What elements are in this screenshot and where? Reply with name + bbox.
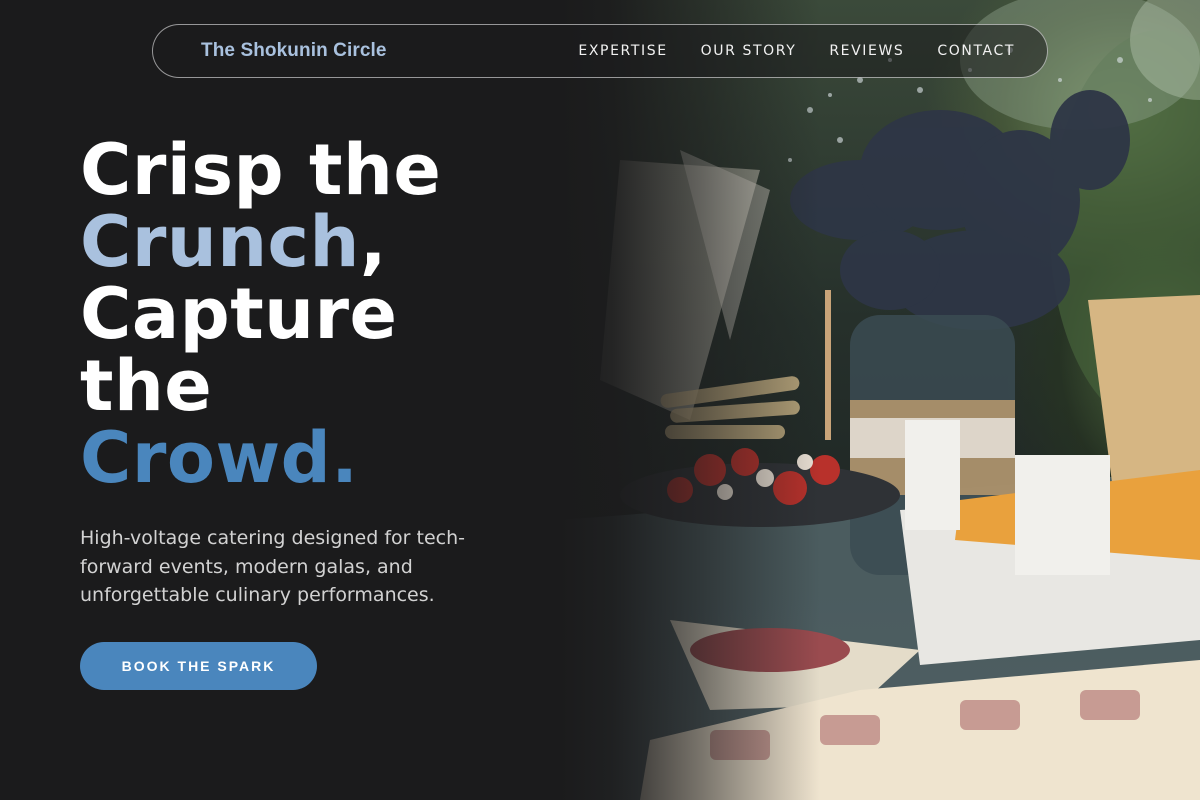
nav-link-expertise[interactable]: EXPERTISE xyxy=(578,43,667,59)
nav-link-our-story[interactable]: OUR STORY xyxy=(701,43,797,59)
brand-logo-text[interactable]: The Shokunin Circle xyxy=(201,40,387,62)
hero-photo xyxy=(560,0,1200,800)
top-navbar: The Shokunin Circle EXPERTISE OUR STORY … xyxy=(152,24,1048,78)
headline-line-1: Crisp the xyxy=(80,129,442,211)
nav-link-reviews[interactable]: REVIEWS xyxy=(829,43,904,59)
headline-line-3: Capture xyxy=(80,273,398,355)
catering-table-illustration xyxy=(560,0,1200,800)
nav-link-contact[interactable]: CONTACT xyxy=(937,43,1015,59)
headline-accent-crowd: Crowd. xyxy=(80,417,359,499)
headline-line-4: the xyxy=(80,345,213,427)
hero-section: Crisp the Crunch, Capture the Crowd. Hig… xyxy=(80,134,560,690)
book-the-spark-button[interactable]: BOOK THE SPARK xyxy=(80,641,317,690)
nav-links: EXPERTISE OUR STORY REVIEWS CONTACT xyxy=(578,43,1015,59)
headline-comma: , xyxy=(359,201,387,283)
headline-accent-crunch: Crunch xyxy=(80,201,360,283)
hero-subtitle: High-voltage catering designed for tech-… xyxy=(80,527,465,606)
hero-headline: Crisp the Crunch, Capture the Crowd. xyxy=(80,134,560,494)
